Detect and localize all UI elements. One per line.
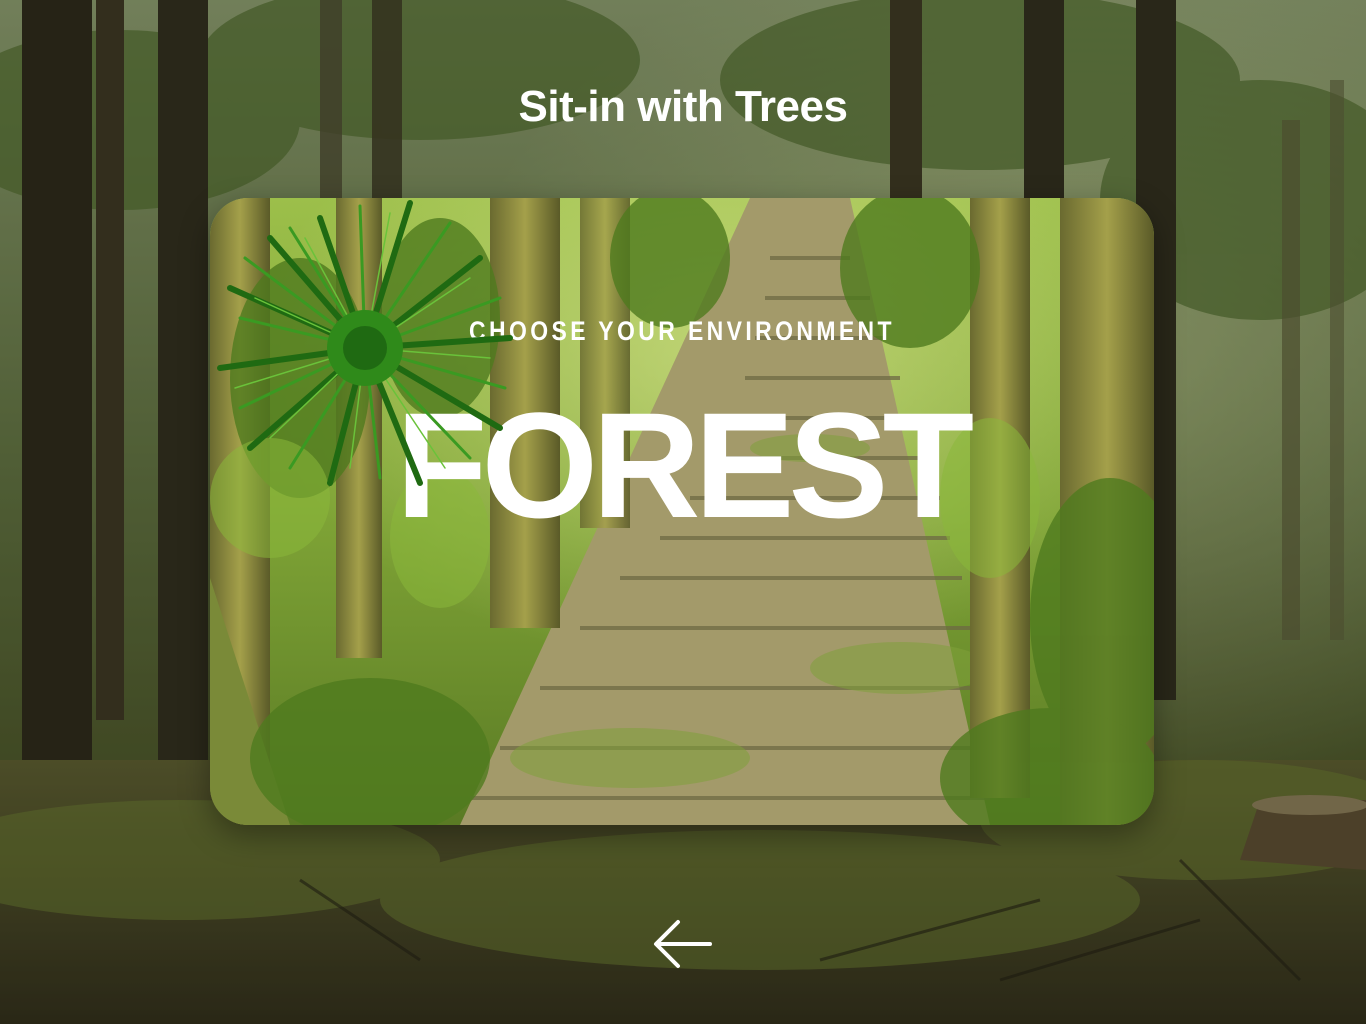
environment-card[interactable]: CHOOSE YOUR ENVIRONMENT FOREST: [210, 198, 1154, 825]
page-title: Sit-in with Trees: [518, 82, 848, 131]
arrow-left-icon: [654, 920, 712, 968]
pine-plant-icon: [217, 200, 513, 486]
back-button[interactable]: [648, 912, 718, 976]
app-screen: Sit-in with Trees CHOOSE YOUR ENVIRONMEN…: [0, 0, 1366, 1024]
